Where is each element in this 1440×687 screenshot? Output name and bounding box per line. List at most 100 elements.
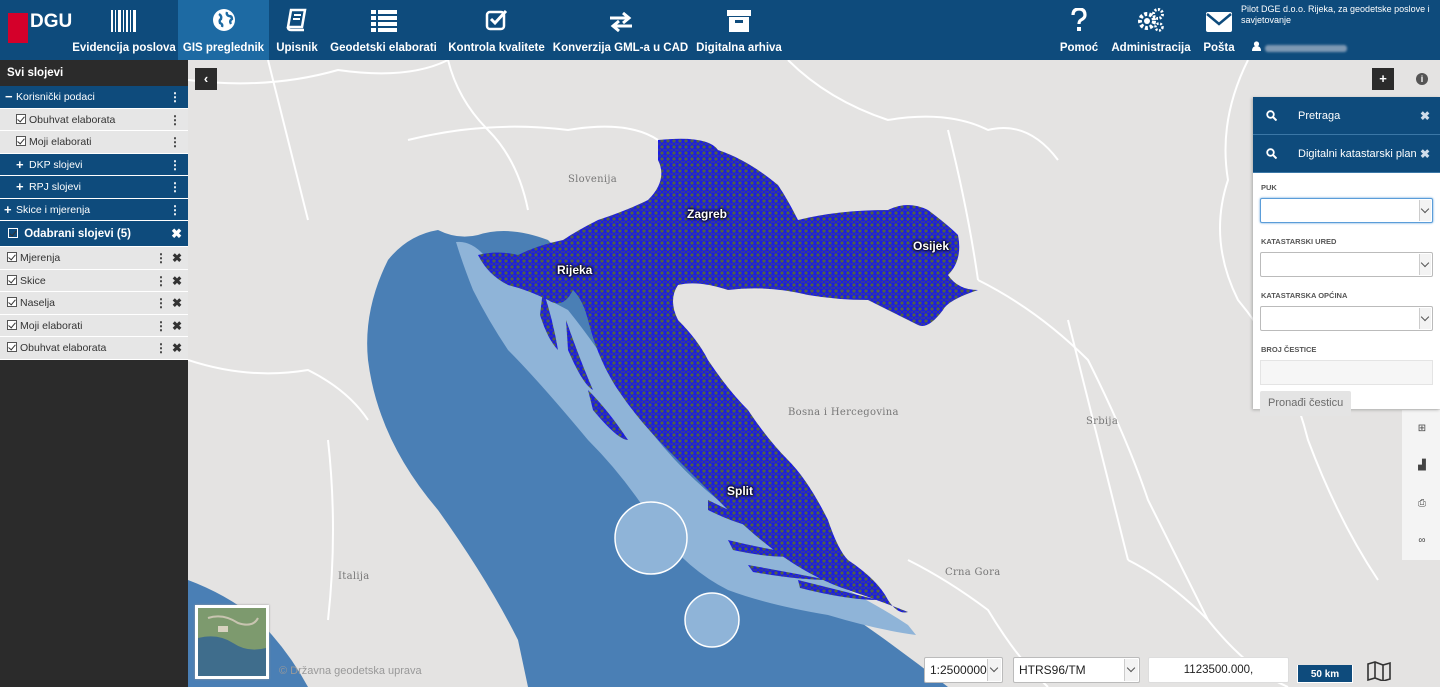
nav-label: Pošta — [1203, 42, 1235, 54]
collapse-icon[interactable]: − — [5, 86, 13, 108]
kebab-menu-icon[interactable]: ⋮ — [155, 315, 167, 337]
kebab-menu-icon[interactable]: ⋮ — [155, 270, 167, 292]
selected-layer-skice[interactable]: Skice ⋮ ✖ — [0, 269, 188, 292]
dgu-logo[interactable]: DGU — [6, 9, 75, 49]
remove-icon[interactable]: ✖ — [172, 270, 182, 292]
remove-icon[interactable]: ✖ — [172, 292, 182, 314]
map-icon[interactable] — [1367, 661, 1391, 681]
barcode-icon — [111, 10, 136, 32]
kebab-menu-icon[interactable]: ⋮ — [155, 247, 167, 269]
layer-checkbox[interactable] — [16, 136, 26, 146]
close-icon[interactable]: ✖ — [1420, 97, 1430, 135]
expand-icon[interactable]: + — [16, 154, 24, 176]
info-icon[interactable]: i — [1416, 73, 1428, 85]
layer-group-rpj-slojevi[interactable]: + RPJ slojevi ⋮ — [0, 176, 188, 199]
layer-checkbox[interactable] — [7, 342, 17, 352]
nav-label: Geodetski elaborati — [330, 42, 437, 54]
remove-icon[interactable]: ✖ — [172, 315, 182, 337]
layer-label: Obuhvat elaborata — [20, 342, 107, 354]
layer-checkbox[interactable] — [7, 274, 17, 285]
layer-checkbox[interactable] — [16, 113, 26, 124]
layer-item-moji-elaborati[interactable]: Moji elaborati ⋮ — [0, 131, 188, 154]
selected-layer-mjerenja[interactable]: Mjerenja ⋮ ✖ — [0, 247, 188, 270]
kebab-menu-icon[interactable]: ⋮ — [155, 337, 167, 359]
nav-label: Administracija — [1111, 42, 1191, 54]
print-icon[interactable]: ⎙ — [1416, 498, 1428, 510]
layer-group-dkp-slojevi[interactable]: + DKP slojevi ⋮ — [0, 153, 188, 176]
exchange-icon — [609, 12, 632, 32]
nav-administracija[interactable]: Administracija — [1108, 0, 1194, 60]
sidebar-title: Svi slojevi — [0, 60, 188, 86]
selected-layer-obuhvat-elaborata[interactable]: Obuhvat elaborata ⋮ ✖ — [0, 337, 188, 360]
layer-group-label: Korisnički podaci — [16, 91, 95, 103]
map-label-slovenija: Slovenija — [568, 174, 618, 185]
nav-upisnik[interactable]: Upisnik — [270, 0, 324, 60]
broj-cestice-input[interactable] — [1260, 360, 1433, 385]
collapse-sidebar-button[interactable]: ‹ — [195, 68, 217, 90]
scale-select[interactable]: 1:2500000 — [924, 657, 1003, 683]
add-button[interactable]: + — [1372, 68, 1394, 90]
kebab-menu-icon[interactable]: ⋮ — [169, 176, 181, 198]
remove-icon[interactable]: ✖ — [172, 247, 182, 269]
remove-icon[interactable]: ✖ — [172, 337, 182, 359]
map-label-italija: Italija — [338, 571, 370, 582]
projection-value: HTRS96/TM — [1019, 663, 1086, 677]
globe-icon — [212, 9, 235, 31]
kebab-menu-icon[interactable]: ⋮ — [169, 131, 181, 153]
book-icon — [286, 8, 307, 32]
map-label-crna-gora: Crna Gora — [945, 567, 1001, 578]
katastarska-opcina-select[interactable] — [1260, 306, 1433, 331]
nav-konverzija-gml[interactable]: Konverzija GML-a u CAD — [552, 0, 689, 60]
scale-value: 1:2500000 — [930, 663, 987, 677]
link-icon[interactable]: ∞ — [1416, 535, 1428, 547]
katastarska-opcina-label: Katastarska općina — [1261, 291, 1348, 300]
close-icon[interactable]: ✖ — [171, 221, 182, 247]
nav-label: Pomoć — [1059, 42, 1099, 54]
layer-group-korisnicki-podaci[interactable]: − Korisnički podaci ⋮ — [0, 86, 188, 109]
katastarski-ured-select[interactable] — [1260, 252, 1433, 277]
select-all-checkbox[interactable] — [8, 228, 18, 238]
selected-layer-moji-elaborati[interactable]: Moji elaborati ⋮ ✖ — [0, 314, 188, 337]
layer-label: Moji elaborati — [20, 319, 83, 332]
close-icon[interactable]: ✖ — [1420, 135, 1430, 173]
layer-checkbox[interactable] — [7, 252, 17, 262]
nav-gis-preglednik[interactable]: GIS preglednik — [178, 0, 269, 60]
layer-group-skice-i-mjerenja[interactable]: + Skice i mjerenja ⋮ — [0, 198, 188, 221]
nav-label: Kontrola kvalitete — [448, 42, 545, 54]
cogs-icon — [1138, 8, 1164, 32]
kebab-menu-icon[interactable]: ⋮ — [155, 292, 167, 314]
selected-layers-header: Odabrani slojevi (5) ✖ — [0, 221, 188, 247]
layer-item-obuhvat-elaborata[interactable]: Obuhvat elaborata ⋮ — [0, 108, 188, 131]
nav-pomoc[interactable]: Pomoć — [1056, 0, 1102, 60]
kebab-menu-icon[interactable]: ⋮ — [169, 86, 181, 108]
projection-select[interactable]: HTRS96/TM — [1013, 657, 1140, 683]
expand-icon[interactable]: + — [16, 176, 24, 198]
check-icon — [485, 9, 507, 31]
overview-minimap[interactable] — [195, 605, 269, 679]
puk-select[interactable] — [1260, 198, 1433, 223]
find-parcel-button[interactable]: Pronađi česticu — [1260, 391, 1352, 416]
user-menu[interactable] — [1252, 41, 1347, 53]
nav-posta[interactable]: Pošta — [1199, 0, 1239, 60]
tab-digitalni-katastarski-plan[interactable]: Digitalni katastarski plan ✖ — [1253, 135, 1440, 173]
layer-group-label: DKP slojevi — [29, 158, 83, 171]
katastarski-ured-label: Katastarski ured — [1261, 237, 1337, 246]
kebab-menu-icon[interactable]: ⋮ — [169, 109, 181, 131]
search-icon — [1266, 110, 1277, 121]
nav-label: Konverzija GML-a u CAD — [552, 42, 689, 54]
chart-icon[interactable]: ▟ — [1416, 460, 1428, 472]
nav-evidencija-poslova[interactable]: Evidencija poslova — [70, 0, 178, 60]
add-layer-icon[interactable]: ⊞ — [1416, 423, 1428, 435]
nav-geodetski-elaborati[interactable]: Geodetski elaborati — [327, 0, 440, 60]
city-label-rijeka: Rijeka — [557, 263, 593, 277]
tab-pretraga[interactable]: Pretraga ✖ — [1253, 97, 1440, 135]
selected-layer-naselja[interactable]: Naselja ⋮ ✖ — [0, 292, 188, 315]
kebab-menu-icon[interactable]: ⋮ — [169, 154, 181, 176]
layer-checkbox[interactable] — [7, 297, 17, 307]
expand-icon[interactable]: + — [4, 199, 12, 221]
layer-checkbox[interactable] — [7, 319, 17, 330]
nav-kontrola-kvalitete[interactable]: Kontrola kvalitete — [446, 0, 547, 60]
nav-digitalna-arhiva[interactable]: Digitalna arhiva — [693, 0, 785, 60]
user-name-redacted — [1265, 45, 1347, 53]
kebab-menu-icon[interactable]: ⋮ — [169, 199, 181, 221]
